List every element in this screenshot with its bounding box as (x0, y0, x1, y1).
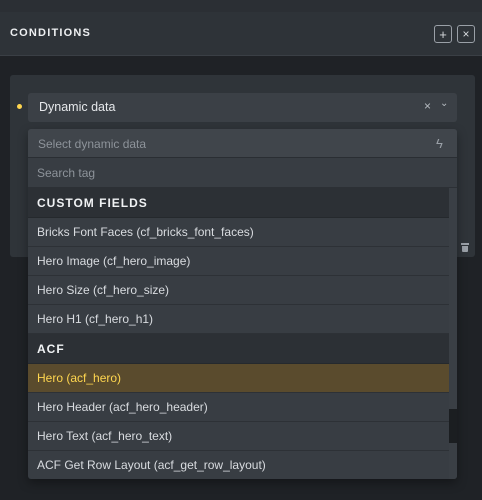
close-icon: × (462, 27, 470, 41)
list-item[interactable]: Hero Image (cf_hero_image) (28, 247, 449, 276)
conditions-header: CONDITIONS + × (0, 12, 482, 56)
condition-type-select[interactable]: Dynamic data × ⌄ (28, 93, 457, 122)
plus-icon: + (439, 26, 447, 42)
clear-icon[interactable]: × (424, 99, 431, 113)
dynamic-data-input[interactable]: Select dynamic data ϟ (28, 129, 457, 158)
condition-bullet (17, 104, 22, 109)
group-custom-fields: CUSTOM FIELDS (28, 188, 449, 218)
page-title: CONDITIONS (10, 27, 92, 39)
close-conditions-button[interactable]: × (457, 25, 475, 43)
list-item[interactable]: Hero Text (acf_hero_text) (28, 422, 449, 451)
list-item[interactable]: Hero Size (cf_hero_size) (28, 276, 449, 305)
tag-list: CUSTOM FIELDS Bricks Font Faces (cf_bric… (28, 188, 449, 479)
scrollbar[interactable] (449, 188, 457, 479)
condition-type-value: Dynamic data (39, 100, 116, 114)
app-root: CONDITIONS + × Dynamic data × ⌄ Select d… (0, 0, 482, 500)
dynamic-data-dropdown: Select dynamic data ϟ Search tag CUSTOM … (28, 129, 457, 479)
list-item[interactable]: Bricks Font Faces (cf_bricks_font_faces) (28, 218, 449, 247)
list-item-active[interactable]: Hero (acf_hero) (28, 364, 449, 393)
list-item[interactable]: Hero H1 (cf_hero_h1) (28, 305, 449, 334)
chevron-down-icon[interactable]: ⌄ (440, 98, 448, 109)
search-tag-placeholder: Search tag (37, 166, 96, 180)
scrollbar-thumb[interactable] (449, 409, 457, 443)
list-item[interactable]: Hero Header (acf_hero_header) (28, 393, 449, 422)
bolt-icon[interactable]: ϟ (436, 136, 443, 151)
trash-icon[interactable] (461, 243, 469, 252)
list-item[interactable]: ACF Get Row Layout (acf_get_row_layout) (28, 451, 449, 479)
dynamic-data-placeholder: Select dynamic data (38, 137, 147, 151)
group-acf: ACF (28, 334, 449, 364)
top-strip (0, 0, 482, 12)
add-condition-button[interactable]: + (434, 25, 452, 43)
search-tag-input[interactable]: Search tag (28, 158, 457, 188)
